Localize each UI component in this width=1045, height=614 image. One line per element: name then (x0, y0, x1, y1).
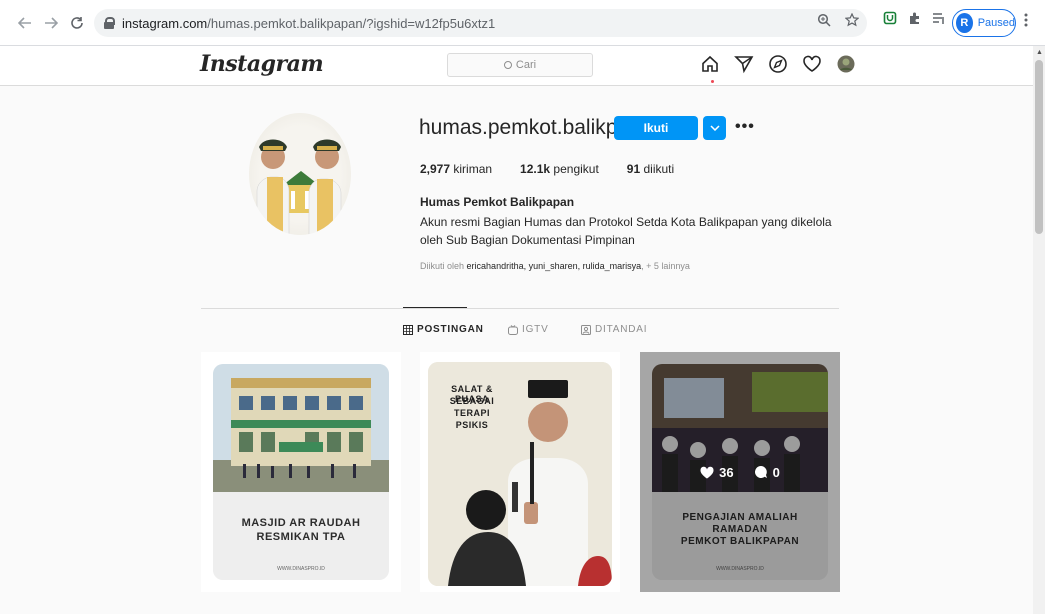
suggestions-dropdown-button[interactable] (703, 116, 726, 140)
stat-followers-value: 12.1k (520, 162, 551, 176)
post-image: SALAT & PUASA SEBAGAI TERAPI PSIKIS (428, 362, 612, 586)
direct-message-icon[interactable] (734, 54, 754, 74)
explore-compass-icon[interactable] (768, 54, 788, 74)
post-comments-count: 0 (772, 464, 780, 480)
profile-button[interactable]: R Paused (952, 9, 1016, 37)
tab-tagged-label: DITANDAI (595, 324, 648, 335)
url-path: /humas.pemkot.balikpapan/?igshid=w12fp5u… (207, 15, 496, 31)
notification-dot (711, 80, 714, 83)
stat-followers[interactable]: 12.1k pengikut (520, 162, 599, 176)
profile-bio: Akun resmi Bagian Humas dan Protokol Set… (420, 215, 832, 247)
stat-posts: 2,977 kiriman (420, 162, 492, 176)
search-input[interactable]: Cari (447, 53, 593, 77)
post-likes: 36 (700, 464, 734, 480)
active-tab-indicator (403, 307, 467, 308)
lock-icon (104, 17, 115, 29)
mosque-photo-icon (213, 364, 389, 580)
page-scrollbar[interactable]: ▲ (1033, 46, 1045, 614)
followed-by-prefix: Diikuti oleh (420, 261, 465, 271)
home-icon[interactable] (700, 54, 720, 74)
instagram-header: Instagram Cari (0, 46, 1033, 86)
post-credit: WWW.DINASPRO.ID (277, 566, 325, 572)
post-caption-line: TERAPI (453, 408, 490, 418)
post-tile[interactable]: PENGAJIAN AMALIAH RAMADAN PEMKOT BALIKPA… (640, 352, 840, 592)
post-image: MASJID AR RAUDAH RESMIKAN TPA WWW.DINASP… (213, 364, 389, 580)
stat-followers-label: pengikut (553, 162, 599, 176)
igtv-icon (508, 324, 518, 335)
post-comments: 0 (754, 465, 780, 480)
profile-picture[interactable] (249, 113, 351, 235)
reload-icon (71, 16, 83, 29)
forward-button[interactable] (40, 12, 62, 34)
arrow-right-icon (45, 16, 58, 29)
shield-extension-icon[interactable] (883, 11, 897, 25)
post-caption-line: RESMIKAN TPA (256, 531, 346, 543)
post-likes-count: 36 (719, 464, 734, 480)
followed-by-suffix: , + 5 lainnya (641, 261, 690, 271)
stat-following[interactable]: 91 diikuti (627, 162, 674, 176)
browser-menu-icon[interactable] (1024, 13, 1028, 32)
scroll-up-icon[interactable]: ▲ (1036, 49, 1043, 56)
browser-toolbar: instagram.com/humas.pemkot.balikpapan/?i… (0, 0, 1045, 46)
comment-icon (754, 466, 767, 478)
tab-posts[interactable]: POSTINGAN (403, 324, 484, 335)
tab-tagged[interactable]: DITANDAI (581, 324, 647, 335)
search-icon (503, 61, 512, 69)
instagram-logo[interactable]: Instagram (200, 51, 324, 77)
stat-following-label: diikuti (643, 162, 675, 176)
tab-igtv-label: IGTV (522, 324, 549, 335)
reload-button[interactable] (66, 12, 88, 34)
stat-posts-label: kiriman (453, 162, 493, 176)
post-tile[interactable]: MASJID AR RAUDAH RESMIKAN TPA WWW.DINASP… (201, 352, 401, 592)
tab-igtv[interactable]: IGTV (508, 324, 549, 335)
url-host: instagram.com (122, 15, 208, 31)
heart-icon (700, 466, 714, 478)
profile-status: Paused (977, 17, 1015, 29)
profile-full-name: Humas Pemkot Balikpapan (420, 195, 575, 209)
post-caption-line: PSIKIS (455, 420, 489, 430)
user-avatar-icon[interactable] (836, 54, 856, 74)
reading-list-icon[interactable] (932, 11, 946, 25)
back-button[interactable] (14, 12, 36, 34)
grid-icon (403, 324, 413, 335)
profile-avatar: R (956, 13, 973, 33)
more-options-button[interactable]: ••• (735, 118, 755, 136)
arrow-left-icon (18, 16, 31, 29)
tab-posts-label: POSTINGAN (417, 324, 484, 335)
follow-button[interactable]: Ikuti (614, 116, 698, 140)
post-caption-line: MASJID AR RAUDAH (241, 517, 361, 529)
post-caption-line: SEBAGAI (449, 396, 495, 406)
tagged-icon (581, 324, 591, 335)
chevron-down-icon (709, 125, 720, 131)
stat-posts-value: 2,977 (420, 162, 451, 176)
search-placeholder: Cari (515, 59, 537, 71)
address-bar[interactable]: instagram.com/humas.pemkot.balikpapan/?i… (94, 9, 867, 37)
officials-portrait-icon (256, 139, 342, 235)
stat-following-value: 91 (626, 162, 641, 176)
zoom-icon[interactable] (817, 13, 831, 27)
followed-by[interactable]: Diikuti oleh ericahandritha, yuni_sharen… (420, 261, 690, 271)
post-tile[interactable]: SALAT & PUASA SEBAGAI TERAPI PSIKIS (420, 352, 620, 592)
bookmark-star-icon[interactable] (845, 13, 859, 27)
tabs-divider (201, 308, 839, 309)
scrollbar-thumb[interactable] (1035, 60, 1043, 234)
puzzle-extension-icon[interactable] (908, 11, 922, 25)
heart-activity-icon[interactable] (802, 54, 822, 74)
post-hover-overlay[interactable]: 36 0 (640, 352, 840, 592)
followed-by-names: ericahandritha, yuni_sharen, rulida_mari… (466, 261, 642, 271)
profile-stats: 2,977 kiriman 12.1k pengikut 91 diikuti (420, 162, 702, 176)
